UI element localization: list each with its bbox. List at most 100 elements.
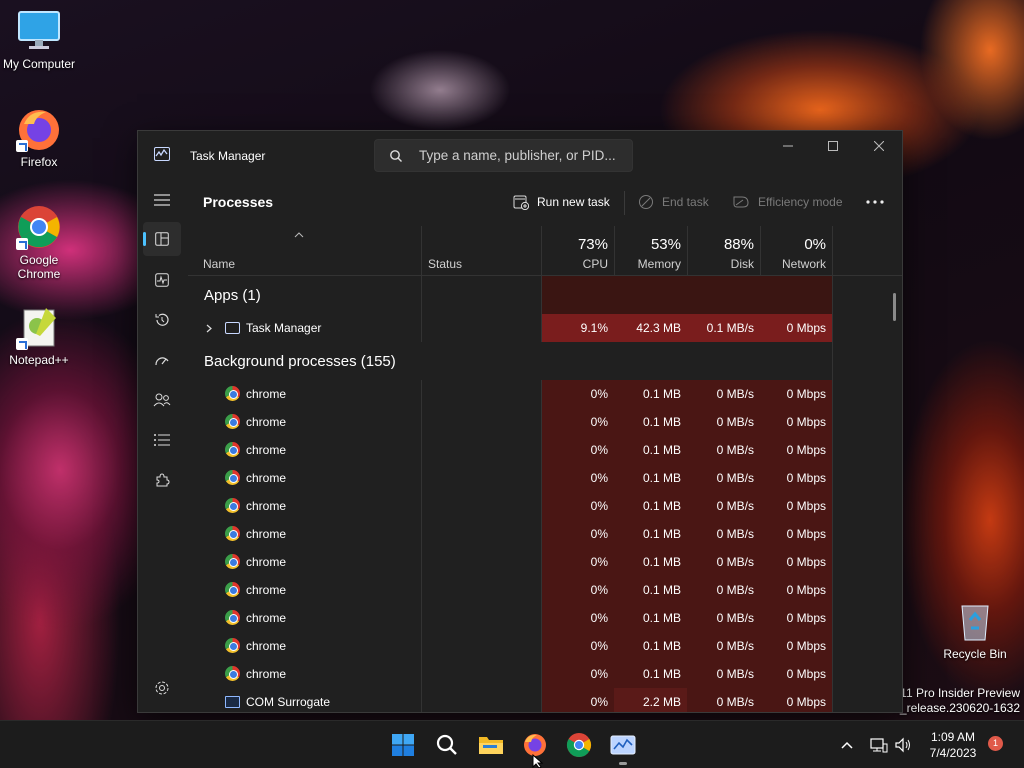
close-button[interactable] [856,131,902,161]
volume-button[interactable] [892,721,914,768]
network-status-button[interactable] [868,721,890,768]
disk-value: 0 MB/s [687,632,760,660]
sidebar-nav [138,179,186,712]
process-name: chrome [246,387,287,401]
firefox-icon [16,106,62,152]
memory-value: 0.1 MB [614,408,687,436]
group-apps-header[interactable]: Apps (1) [204,287,261,304]
sidebar-item-performance[interactable] [143,263,181,297]
table-row[interactable]: chrome 0% 0.1 MB 0 MB/s 0 Mbps [188,576,902,604]
search-box[interactable] [374,139,633,172]
desktop-icon-google-chrome[interactable]: Google Chrome [0,204,79,281]
table-row[interactable]: chrome 0% 0.1 MB 0 MB/s 0 Mbps [188,632,902,660]
monitor-icon [16,8,62,54]
column-headers: Name Status 73% CPU 53% Memory 88% Disk … [188,226,902,276]
clock[interactable]: 1:09 AM 7/4/2023 [920,729,986,761]
table-row[interactable]: chrome 0% 0.1 MB 0 MB/s 0 Mbps [188,660,902,688]
column-status[interactable]: Status [422,226,542,276]
desktop-icon-recycle-bin[interactable]: Recycle Bin [935,598,1015,661]
shortcut-arrow-icon [16,338,28,350]
toolbar-divider [624,191,625,215]
disk-value: 0 MB/s [687,520,760,548]
process-name: chrome [246,639,287,653]
title-bar[interactable]: Task Manager [138,131,902,179]
watermark-line1: 11 Pro Insider Preview [900,686,1020,700]
group-background-header[interactable]: Background processes (155) [204,353,396,370]
start-button[interactable] [389,731,417,759]
cpu-value: 0% [542,520,614,548]
memory-value: 0.1 MB [614,520,687,548]
cpu-value: 0% [542,632,614,660]
maximize-button[interactable] [810,131,856,161]
minimize-icon [783,145,793,147]
desktop-icon-notepadpp[interactable]: Notepad++ [0,304,79,367]
table-row[interactable]: chrome 0% 0.1 MB 0 MB/s 0 Mbps [188,492,902,520]
table-row[interactable]: chrome 0% 0.1 MB 0 MB/s 0 Mbps [188,604,902,632]
network-icon [870,738,888,753]
hamburger-menu-button[interactable] [143,183,181,217]
table-row[interactable]: chrome 0% 0.1 MB 0 MB/s 0 Mbps [188,380,902,408]
desktop-icon-firefox[interactable]: Firefox [0,106,79,169]
network-value: 0 Mbps [760,464,832,492]
desktop-icon-label: Notepad++ [9,353,69,367]
shortcut-arrow-icon [16,238,28,250]
taskbar-chrome[interactable] [565,731,593,759]
desktop-icon-label: My Computer [2,57,76,71]
column-disk[interactable]: 88% Disk [687,226,760,276]
disk-value: 0 MB/s [687,464,760,492]
efficiency-mode-button[interactable]: Efficiency mode [732,191,843,213]
performance-icon [155,273,169,287]
minimize-button[interactable] [765,131,811,161]
table-row[interactable]: chrome 0% 0.1 MB 0 MB/s 0 Mbps [188,464,902,492]
memory-value: 0.1 MB [614,380,687,408]
process-name: chrome [246,555,287,569]
running-indicator [619,762,627,765]
column-network[interactable]: 0% Network [760,226,832,276]
sidebar-item-settings[interactable] [143,671,181,705]
memory-value: 0.1 MB [614,548,687,576]
sidebar-item-processes[interactable] [143,222,181,256]
show-hidden-icons-button[interactable] [836,721,858,768]
end-task-button[interactable]: End task [638,191,709,213]
process-name: chrome [246,415,287,429]
windows-logo-icon [392,734,414,756]
close-icon [874,141,884,151]
table-row[interactable]: chrome 0% 0.1 MB 0 MB/s 0 Mbps [188,548,902,576]
process-name: chrome [246,667,287,681]
column-memory[interactable]: 53% Memory [614,226,687,276]
run-new-task-button[interactable]: Run new task [513,191,610,213]
process-name: chrome [246,611,287,625]
task-manager-app-icon [225,322,240,334]
run-new-task-label: Run new task [537,195,610,209]
table-row[interactable]: Task Manager 9.1% 42.3 MB 0.1 MB/s 0 Mbp… [188,314,902,342]
process-list: Apps (1) Task Manager 9.1% 42.3 MB 0.1 M… [188,276,902,712]
shortcut-arrow-icon [16,140,28,152]
sidebar-item-details[interactable] [143,423,181,457]
sidebar-item-app-history[interactable] [143,303,181,337]
chrome-icon [16,204,62,250]
table-row[interactable]: COM Surrogate 0% 2.2 MB 0 MB/s 0 Mbps [188,688,902,712]
more-options-button[interactable] [866,191,884,213]
taskbar-file-explorer[interactable] [477,731,505,759]
sidebar-item-users[interactable] [143,383,181,417]
taskbar-task-manager[interactable] [609,731,637,759]
taskbar-search-button[interactable] [433,731,461,759]
search-input[interactable] [419,140,624,171]
memory-value: 2.2 MB [614,688,687,712]
desktop-icon-label: Firefox [20,155,58,169]
notification-badge[interactable]: 1 [988,736,1003,751]
vertical-scrollbar[interactable] [893,293,896,321]
watermark-line2: n_release.230620-1632 [893,701,1020,715]
table-row[interactable]: chrome 0% 0.1 MB 0 MB/s 0 Mbps [188,408,902,436]
network-value: 0 Mbps [760,660,832,688]
desktop-icon-my-computer[interactable]: My Computer [0,8,79,71]
column-name[interactable]: Name [188,226,421,276]
table-row[interactable]: chrome 0% 0.1 MB 0 MB/s 0 Mbps [188,436,902,464]
network-value: 0 Mbps [760,436,832,464]
column-cpu[interactable]: 73% CPU [542,226,614,276]
chevron-right-icon[interactable] [206,324,212,333]
disk-value: 0 MB/s [687,660,760,688]
sidebar-item-services[interactable] [143,463,181,497]
table-row[interactable]: chrome 0% 0.1 MB 0 MB/s 0 Mbps [188,520,902,548]
sidebar-item-startup-apps[interactable] [143,343,181,377]
